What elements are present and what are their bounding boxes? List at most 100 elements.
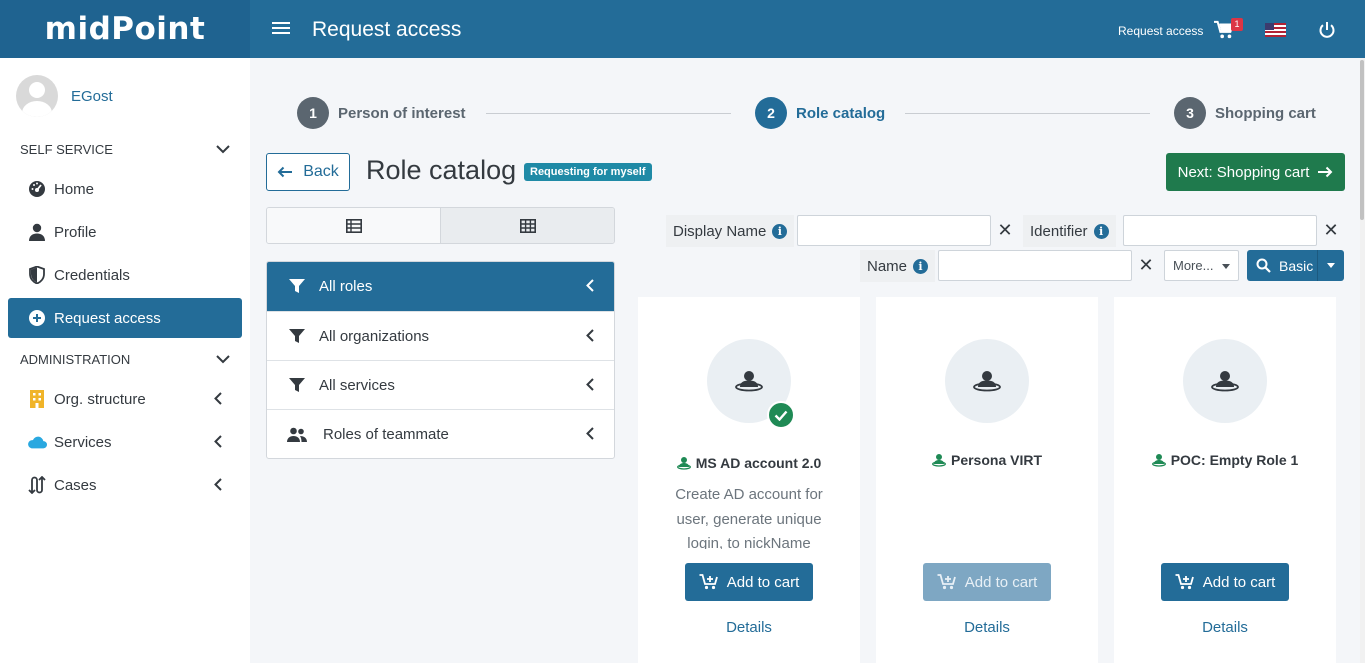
menu-item-all-organizations[interactable]: All organizations [267,311,614,360]
clear-identifier-icon[interactable]: ✕ [1322,220,1340,241]
clear-name-icon[interactable]: ✕ [1137,255,1155,276]
menu-toggle-icon[interactable] [272,19,290,39]
clear-display-name-icon[interactable]: ✕ [996,220,1014,241]
logout-power-icon[interactable] [1318,21,1336,39]
role-card: Persona VIRT Add to cart Details [876,297,1098,663]
details-link[interactable]: Details [1114,619,1336,636]
display-name-input[interactable] [797,215,991,246]
role-description [1150,483,1300,549]
tile-view-button[interactable] [440,208,614,243]
name-input[interactable] [938,250,1132,281]
grid-view-icon [519,218,536,233]
info-icon[interactable]: i [913,258,929,274]
add-to-cart-button[interactable]: Add to cart [1161,563,1289,601]
role-name-text: Persona VIRT [950,452,1043,468]
us-flag-icon[interactable] [1265,23,1286,37]
filter-icon [287,377,307,393]
step-role-catalog[interactable]: 2 Role catalog [755,97,885,129]
chevron-left-icon [214,478,222,491]
sidebar-item-label: Profile [54,223,97,241]
sidebar-item-label: Services [54,433,112,451]
role-icon [932,454,946,467]
step-divider [905,113,1150,114]
details-link[interactable]: Details [638,619,860,636]
page-scrollbar[interactable] [1360,58,1365,663]
sidebar-item-cases[interactable]: Cases [8,465,242,505]
more-dropdown[interactable]: More... [1164,250,1239,281]
search-icon [1256,258,1271,273]
chevron-down-icon [216,355,230,364]
role-avatar [1183,339,1267,423]
info-icon[interactable]: i [1093,223,1109,239]
role-icon [1151,454,1166,467]
filter-icon [287,279,307,294]
view-toggle [266,207,615,244]
sidebar-item-credentials[interactable]: Credentials [8,255,242,295]
details-link[interactable]: Details [876,619,1098,636]
user-icon [27,222,47,242]
chevron-left-icon [586,279,594,292]
step-number: 3 [1174,97,1206,129]
role-name-text: POC: Empty Role 1 [1170,452,1299,468]
info-icon[interactable]: i [772,223,788,239]
name-label: Name i [860,250,936,282]
chevron-left-icon [214,392,222,405]
caret-down-icon[interactable] [1327,263,1335,268]
sidebar-item-home[interactable]: Home [8,169,242,209]
page-title: Role catalog [366,155,517,185]
add-to-cart-label: Add to cart [726,573,800,591]
menu-item-roles-of-teammate[interactable]: Roles of teammate [267,409,614,458]
dashboard-gauge-icon [27,179,47,199]
menu-item-all-services[interactable]: All services [267,360,614,409]
add-to-cart-button[interactable]: Add to cart [923,563,1051,601]
midpoint-logo[interactable]: midPoint [0,0,250,58]
identifier-input[interactable] [1123,215,1317,246]
chevron-left-icon [586,329,594,342]
menu-item-label: All services [319,376,395,394]
chevron-down-icon [216,145,230,154]
add-to-cart-label: Add to cart [964,573,1038,591]
sidebar-item-org-structure[interactable]: Org. structure [8,379,242,419]
step-number: 1 [297,97,329,129]
role-catalog-menu: All roles All organizations All services… [266,261,615,459]
sidebar-item-request-access[interactable]: Request access [8,298,242,338]
users-icon [287,427,307,442]
step-shopping-cart[interactable]: 3 Shopping cart [1174,97,1316,129]
self-service-section-header[interactable]: SELF SERVICE [20,142,230,157]
sidebar-item-profile[interactable]: Profile [8,212,242,252]
step-person-of-interest[interactable]: 1 Person of interest [297,97,466,129]
back-label: Back [303,163,339,180]
identifier-label: Identifier i [1023,215,1116,247]
request-access-link[interactable]: Request access [1118,24,1203,38]
identifier-label-text: Identifier [1030,222,1088,240]
administration-title: ADMINISTRATION [20,352,131,367]
list-view-button[interactable] [267,208,440,243]
list-view-icon [345,218,362,233]
sidebar-item-services[interactable]: Services [8,422,242,462]
next-shopping-cart-button[interactable]: Next: Shopping cart [1166,153,1345,191]
role-user-icon [735,371,763,392]
user-panel[interactable]: EGost [16,75,113,117]
arrow-right-icon [1318,166,1333,178]
role-description [912,483,1062,549]
self-service-title: SELF SERVICE [20,142,113,157]
role-card: MS AD account 2.0 Create AD account for … [638,297,860,663]
back-button[interactable]: Back [266,153,350,191]
building-icon [27,389,47,409]
role-avatar [945,339,1029,423]
chevron-left-icon [586,427,594,440]
chevron-left-icon [586,378,594,391]
next-label: Next: Shopping cart [1177,163,1310,181]
menu-item-all-roles[interactable]: All roles [267,262,614,311]
user-name[interactable]: EGost [71,88,113,105]
add-to-cart-button[interactable]: Add to cart [685,563,813,601]
more-label: More... [1173,258,1214,273]
search-basic-button[interactable]: Basic [1247,250,1344,281]
top-bar-title: Request access [312,18,462,41]
role-user-icon [1211,371,1239,392]
top-bar: midPoint Request access Request access 1 [0,0,1365,58]
role-name-text: MS AD account 2.0 [695,455,822,471]
administration-section-header[interactable]: ADMINISTRATION [20,352,230,367]
status-badge: Requesting for myself [524,163,652,181]
step-divider [486,113,731,114]
